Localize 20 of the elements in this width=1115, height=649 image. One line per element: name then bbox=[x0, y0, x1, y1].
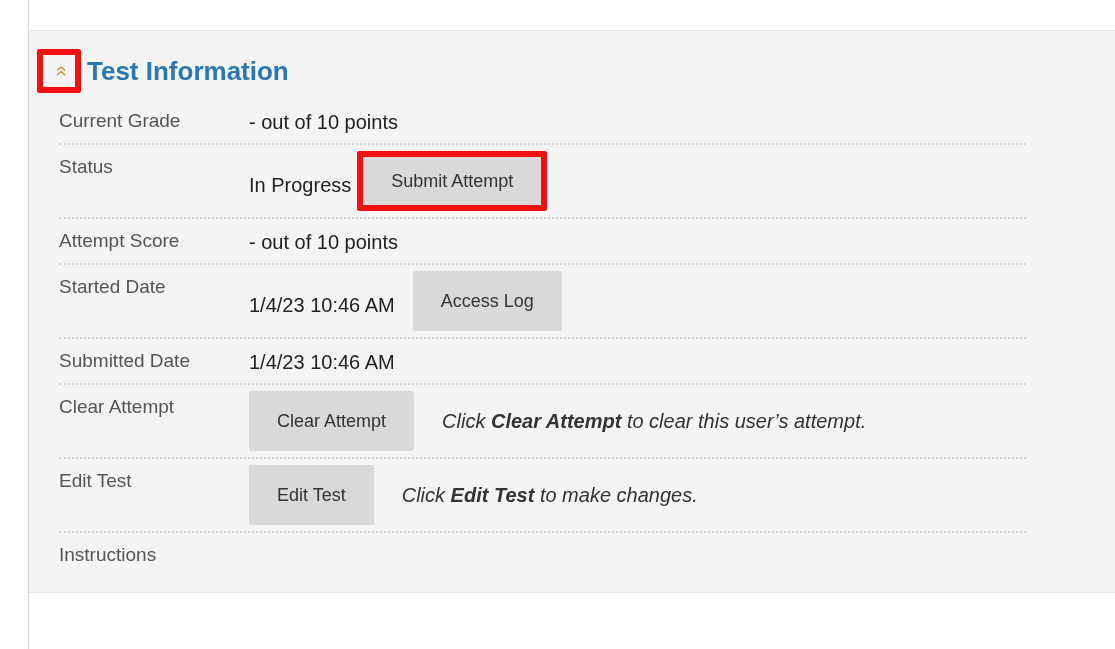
action-button[interactable]: Clear Attempt bbox=[249, 391, 415, 451]
field-label: Status bbox=[59, 155, 114, 179]
section-title: Test Information bbox=[87, 54, 289, 88]
field-value: 1/4/23 10:46 AM bbox=[249, 293, 395, 318]
field-value: - out of 10 points bbox=[249, 110, 398, 135]
help-text: Click Edit Test to make changes. bbox=[401, 483, 698, 508]
field-label: Started Date bbox=[59, 275, 167, 299]
field-label: Current Grade bbox=[59, 109, 182, 133]
field-label: Attempt Score bbox=[59, 229, 181, 253]
field-label: Instructions bbox=[59, 543, 158, 567]
action-button[interactable]: Edit Test bbox=[249, 465, 374, 525]
help-text: Click Clear Attempt to clear this user’s attempt. bbox=[442, 409, 867, 434]
field-label: Submitted Date bbox=[59, 349, 191, 373]
field-value: - out of 10 points bbox=[249, 230, 398, 255]
action-button[interactable]: Submit Attempt bbox=[357, 151, 548, 211]
field-label: Edit Test bbox=[59, 469, 133, 493]
field-label: Clear Attempt bbox=[59, 395, 176, 419]
field-value: In Progress bbox=[249, 173, 352, 198]
field-value: 1/4/23 10:46 AM bbox=[249, 350, 395, 375]
action-button[interactable]: Access Log bbox=[412, 271, 562, 331]
